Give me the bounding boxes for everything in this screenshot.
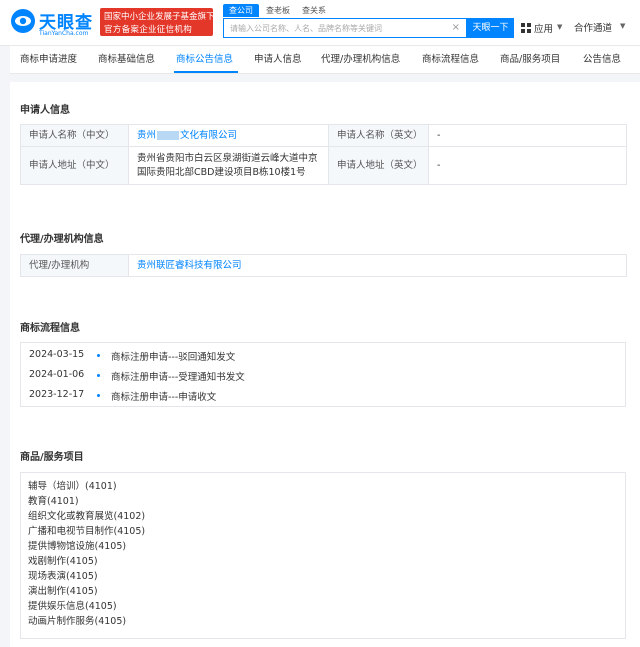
search-tab-boss[interactable]: 查老板 (263, 4, 293, 17)
chevron-down-icon: ▼ (620, 22, 626, 30)
list-item: 提供娱乐信息(4105) (28, 601, 117, 612)
tab-agency-info[interactable]: 代理/办理机构信息 (321, 46, 400, 74)
cooperation-menu[interactable]: 合作通道 ▼ (574, 20, 625, 34)
logo-subtext: TianYanCha.com (39, 30, 89, 37)
list-item: 2024-03-15 商标注册申请---驳回通知发文 (21, 347, 621, 363)
active-tab-indicator (174, 71, 238, 73)
table-row: 申请人名称（中文） 贵州 文化有限公司 申请人名称（英文） - (20, 124, 627, 147)
timeline-dot-icon (97, 394, 100, 397)
applicant-name-en-label: 申请人名称（英文） (328, 124, 429, 147)
search-tab-company[interactable]: 查公司 (223, 4, 259, 17)
tab-notice-info[interactable]: 公告信息 (583, 46, 621, 74)
tab-process-info[interactable]: 商标流程信息 (422, 46, 479, 74)
eye-logo-icon (11, 9, 35, 33)
apps-label: 应用 (534, 24, 554, 35)
content-card: 申请人信息 申请人名称（中文） 贵州 文化有限公司 申请人名称（英文） - 申请人… (10, 82, 640, 647)
list-item: 戏剧制作(4105) (28, 556, 98, 567)
section-title-goods: 商品/服务项目 (20, 452, 84, 463)
address-line-1: 贵州省贵阳市白云区泉湖街道云峰大道中京 (137, 152, 318, 164)
badge-line-2: 官方备案企业征信机构 (104, 25, 193, 35)
list-item: 辅导（培训）(4101) (28, 481, 117, 492)
table-row: 代理/办理机构 贵州联匠睿科技有限公司 (20, 254, 627, 277)
applicant-addr-cn-label: 申请人地址（中文） (20, 146, 129, 185)
clear-icon[interactable]: × (452, 22, 460, 33)
applicant-name-cn-value[interactable]: 贵州 文化有限公司 (128, 124, 329, 147)
tab-applicant-info[interactable]: 申请人信息 (254, 46, 302, 74)
agency-value[interactable]: 贵州联匠睿科技有限公司 (128, 254, 627, 277)
list-item: 现场表演(4105) (28, 571, 98, 582)
cooperation-label: 合作通道 (574, 23, 613, 34)
applicant-addr-en-value: - (428, 146, 627, 185)
section-title-applicant: 申请人信息 (20, 105, 70, 116)
process-event: 商标注册申请---受理通知书发文 (111, 372, 245, 383)
search-tab-relation[interactable]: 查关系 (299, 4, 329, 17)
search-input[interactable]: 请输入公司名称、人名、品牌名称等关键词 × (223, 18, 467, 38)
applicant-name-prefix[interactable]: 贵州 (137, 130, 156, 141)
applicant-name-cn-label: 申请人名称（中文） (20, 124, 129, 147)
search-button[interactable]: 天眼一下 (467, 18, 514, 38)
applicant-name-suffix[interactable]: 文化有限公司 (180, 130, 237, 141)
list-item: 动画片制作服务(4105) (28, 616, 127, 627)
applicant-addr-en-label: 申请人地址（英文） (328, 146, 429, 185)
process-date: 2023-12-17 (29, 389, 85, 400)
chevron-down-icon: ▼ (557, 23, 563, 31)
list-item: 组织文化或教育展览(4102) (28, 511, 146, 522)
section-title-agency: 代理/办理机构信息 (20, 234, 104, 245)
table-row: 申请人地址（中文） 贵州省贵阳市白云区泉湖街道云峰大道中京 国际贵阳北部CBD建… (20, 146, 627, 185)
timeline-dot-icon (97, 374, 100, 377)
process-event: 商标注册申请---驳回通知发文 (111, 352, 236, 363)
agency-label: 代理/办理机构 (20, 254, 129, 277)
process-event: 商标注册申请---申请收文 (111, 392, 217, 403)
process-date: 2024-01-06 (29, 369, 85, 380)
section-title-process: 商标流程信息 (20, 323, 80, 334)
list-item: 广播和电视节目制作(4105) (28, 526, 146, 537)
tab-basic-info[interactable]: 商标基础信息 (98, 46, 155, 74)
agency-link[interactable]: 贵州联匠睿科技有限公司 (137, 260, 242, 271)
process-timeline: 2024-03-15 商标注册申请---驳回通知发文 2024-01-06 商标… (20, 342, 626, 407)
applicant-addr-cn-value: 贵州省贵阳市白云区泉湖街道云峰大道中京 国际贵阳北部CBD建设项目B栋10楼1号 (128, 146, 329, 185)
list-item: 2024-01-06 商标注册申请---受理通知书发文 (21, 367, 621, 383)
process-date: 2024-03-15 (29, 349, 85, 360)
applicant-name-en-value: - (428, 124, 627, 147)
tab-announcement-info[interactable]: 商标公告信息 (176, 46, 233, 74)
tab-goods-services[interactable]: 商品/服务项目 (500, 46, 560, 74)
tab-application-progress[interactable]: 商标申请进度 (20, 46, 77, 74)
agency-table: 代理/办理机构 贵州联匠睿科技有限公司 (20, 254, 627, 277)
applicant-table: 申请人名称（中文） 贵州 文化有限公司 申请人名称（英文） - 申请人地址（中文）… (20, 124, 627, 185)
address-line-2: 国际贵阳北部CBD建设项目B栋10楼1号 (137, 166, 306, 178)
site-logo[interactable]: 天眼查 TianYanCha.com (10, 6, 98, 40)
top-header: 天眼查 TianYanCha.com 国家中小企业发展子基金旗下 官方备案企业征… (0, 0, 640, 46)
search-placeholder: 请输入公司名称、人名、品牌名称等关键词 (230, 24, 382, 33)
timeline-dot-icon (97, 354, 100, 357)
badge-line-1: 国家中小企业发展子基金旗下 (104, 12, 213, 22)
list-item: 2023-12-17 商标注册申请---申请收文 (21, 387, 621, 403)
goods-services-list: 辅导（培训）(4101) 教育(4101) 组织文化或教育展览(4102) 广播… (20, 472, 626, 639)
grid-icon (521, 23, 531, 33)
list-item: 演出制作(4105) (28, 586, 98, 597)
redacted-mark (157, 130, 180, 140)
official-badge[interactable]: 国家中小企业发展子基金旗下 官方备案企业征信机构 (100, 8, 213, 36)
list-item: 教育(4101) (28, 496, 79, 507)
list-item: 提供博物馆设施(4105) (28, 541, 127, 552)
trademark-tabbar: 商标申请进度 商标基础信息 商标公告信息 申请人信息 代理/办理机构信息 商标流… (10, 46, 640, 74)
